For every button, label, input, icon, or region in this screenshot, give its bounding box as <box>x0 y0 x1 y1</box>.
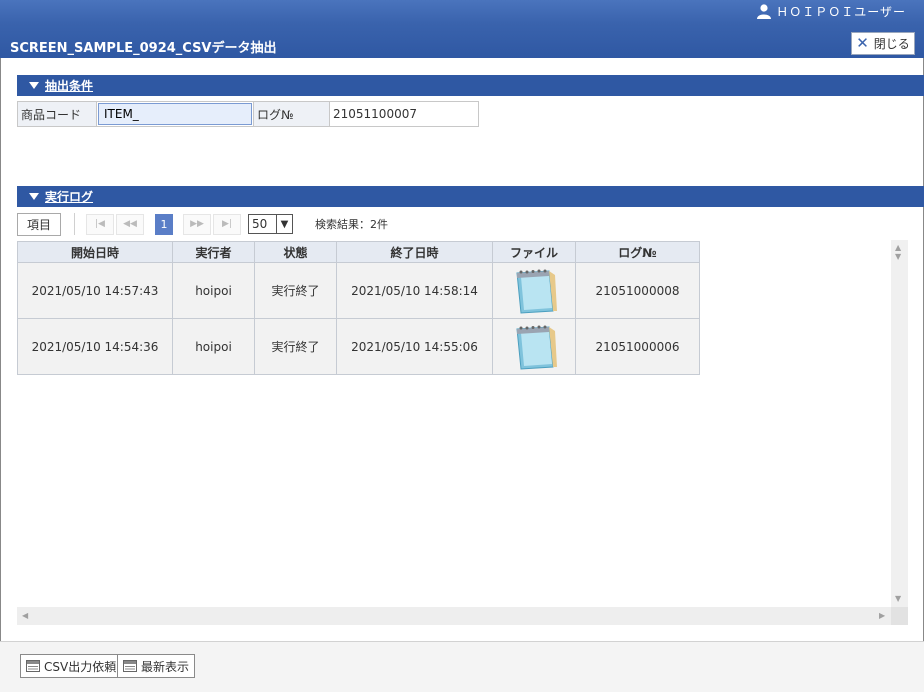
end-time-cell: 2021/05/10 14:58:14 <box>336 262 493 319</box>
app-header: ＨＯＩＰＯＩユーザー SCREEN_SAMPLE_0924_CSVデータ抽出 ✕… <box>0 0 924 58</box>
close-label: 閉じる <box>873 37 910 51</box>
file-cell[interactable] <box>492 262 576 319</box>
scroll-down-icon[interactable]: ▼ <box>895 594 901 603</box>
end-time-cell: 2021/05/10 14:55:06 <box>336 318 493 375</box>
start-time-cell: 2021/05/10 14:54:36 <box>17 318 173 375</box>
close-icon: ✕ <box>856 34 869 52</box>
footer-bar: CSV出力依頼 最新表示 <box>0 641 924 692</box>
horizontal-scrollbar[interactable]: ◀ ▶ <box>17 607 891 625</box>
user-icon <box>757 4 772 19</box>
column-header[interactable]: 実行者 <box>172 241 255 263</box>
condition-form: 商品コード ログ№ 21051100007 <box>17 101 479 127</box>
scroll-left-icon[interactable]: ◀ <box>22 611 28 620</box>
result-count: 検索結果：2件 <box>315 218 388 231</box>
column-header[interactable]: 終了日時 <box>336 241 493 263</box>
prev-page-icon[interactable]: ◀◀ <box>116 213 144 235</box>
grid-toolbar: 項目 |◀ ◀◀ 1 ▶▶ ▶| 50 ▼ 検索結果：2件 <box>17 212 417 236</box>
status-cell: 実行終了 <box>254 318 337 375</box>
page-size-value: 50 <box>252 217 268 231</box>
list-icon <box>26 660 40 672</box>
table-row[interactable]: 2021/05/10 14:57:43 hoipoi 実行終了 2021/05/… <box>17 262 700 319</box>
log-section-title: 実行ログ <box>45 190 94 204</box>
csv-export-button[interactable]: CSV出力依頼 <box>20 654 123 678</box>
vertical-scrollbar[interactable]: ▲ ▼ ▼ <box>891 240 908 607</box>
column-header[interactable]: ログ№ <box>575 241 700 263</box>
status-cell: 実行終了 <box>254 262 337 319</box>
product-code-label: 商品コード <box>18 102 97 126</box>
refresh-button[interactable]: 最新表示 <box>117 654 196 678</box>
toolbar-divider <box>74 213 75 235</box>
scroll-down-small-icon[interactable]: ▼ <box>895 252 901 261</box>
dropdown-arrow-icon: ▼ <box>276 215 292 233</box>
condition-section-title: 抽出条件 <box>45 79 94 93</box>
list-icon <box>123 660 137 672</box>
first-page-icon[interactable]: |◀ <box>86 213 114 235</box>
collapse-triangle-icon <box>29 82 39 89</box>
screen-title: SCREEN_SAMPLE_0924_CSVデータ抽出 <box>10 41 277 56</box>
refresh-label: 最新表示 <box>141 659 190 674</box>
user-cell: hoipoi <box>172 318 255 375</box>
log-no-value: 21051100007 <box>330 102 478 126</box>
scrollbar-corner <box>891 607 908 625</box>
user-menu[interactable]: ＨＯＩＰＯＩユーザー <box>757 3 906 20</box>
last-page-icon[interactable]: ▶| <box>213 213 241 235</box>
column-header[interactable]: 状態 <box>254 241 337 263</box>
scroll-right-icon[interactable]: ▶ <box>879 611 885 620</box>
log-no-cell: 21051000006 <box>575 318 700 375</box>
current-page[interactable]: 1 <box>155 213 173 235</box>
user-cell: hoipoi <box>172 262 255 319</box>
table-header-row: 開始日時 実行者 状態 終了日時 ファイル ログ№ <box>17 241 700 263</box>
csv-export-label: CSV出力依頼 <box>44 659 117 674</box>
log-no-label: ログ№ <box>253 102 330 126</box>
collapse-triangle-icon <box>29 193 39 200</box>
scroll-up-icon[interactable]: ▲ <box>895 243 901 252</box>
table-row[interactable]: 2021/05/10 14:54:36 hoipoi 実行終了 2021/05/… <box>17 318 700 375</box>
file-cell[interactable] <box>492 318 576 375</box>
columns-button[interactable]: 項目 <box>17 212 61 236</box>
page-size-select[interactable]: 50 ▼ <box>248 214 293 234</box>
user-name: ＨＯＩＰＯＩユーザー <box>776 5 906 19</box>
notepad-icon[interactable] <box>509 323 559 371</box>
log-table: 開始日時 実行者 状態 終了日時 ファイル ログ№ 2021/05/10 14:… <box>17 241 700 375</box>
column-header[interactable]: 開始日時 <box>17 241 173 263</box>
product-code-input[interactable] <box>98 103 252 125</box>
log-section-header[interactable]: 実行ログ <box>17 186 924 207</box>
close-button[interactable]: ✕ 閉じる <box>851 32 915 55</box>
column-header[interactable]: ファイル <box>492 241 576 263</box>
log-no-cell: 21051000008 <box>575 262 700 319</box>
log-grid: 開始日時 実行者 状態 終了日時 ファイル ログ№ 2021/05/10 14:… <box>17 240 908 625</box>
condition-section-header[interactable]: 抽出条件 <box>17 75 924 96</box>
next-page-icon[interactable]: ▶▶ <box>183 213 211 235</box>
start-time-cell: 2021/05/10 14:57:43 <box>17 262 173 319</box>
notepad-icon[interactable] <box>509 267 559 315</box>
